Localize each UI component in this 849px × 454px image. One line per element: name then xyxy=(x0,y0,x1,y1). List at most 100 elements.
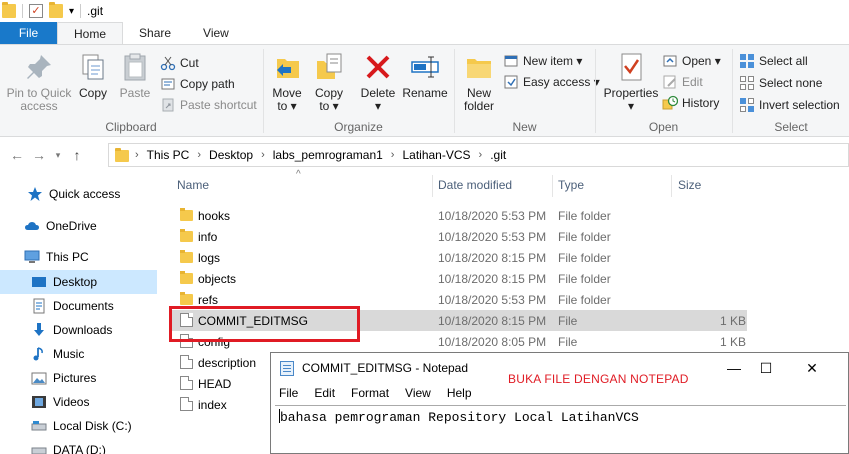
up-arrow-icon[interactable]: ↑ xyxy=(66,147,88,163)
nav-item-quick-access[interactable]: Quick access xyxy=(0,182,157,206)
file-date: 10/18/2020 8:05 PM xyxy=(438,335,547,349)
organize-group-label: Organize xyxy=(334,120,383,134)
history-icon xyxy=(662,95,679,111)
breadcrumb-desktop[interactable]: Desktop xyxy=(209,148,253,162)
breadcrumb[interactable]: › This PC › Desktop › labs_pemrograman1 … xyxy=(108,143,849,167)
open-button[interactable]: Open ▾ xyxy=(662,51,721,71)
move-to-button[interactable]: Move to ▾ xyxy=(270,51,304,113)
nav-item-documents[interactable]: Documents xyxy=(0,294,157,318)
tab-home[interactable]: Home xyxy=(57,22,124,44)
paste-shortcut-button[interactable]: Paste shortcut xyxy=(160,95,257,115)
ribbon: Pin to Quick access Copy Paste Cut Copy … xyxy=(0,44,849,137)
delete-button[interactable]: Delete ▾ xyxy=(360,51,396,113)
properties-button[interactable]: Properties ▾ xyxy=(602,51,660,113)
history-button[interactable]: History xyxy=(662,93,719,113)
table-row[interactable]: info 10/18/2020 5:53 PM File folder xyxy=(172,226,747,247)
nav-item-onedrive[interactable]: OneDrive xyxy=(0,214,157,238)
file-name: description xyxy=(198,356,257,370)
notepad-window: COMMIT_EDITMSG - Notepad — ☐ ✕ File Edit… xyxy=(270,352,849,454)
clipboard-group: Pin to Quick access Copy Paste Cut Copy … xyxy=(0,45,262,137)
table-row[interactable]: hooks 10/18/2020 5:53 PM File folder xyxy=(172,205,747,226)
column-header-size[interactable]: Size xyxy=(678,178,701,192)
copy-path-icon xyxy=(160,76,176,92)
table-row[interactable]: logs 10/18/2020 8:15 PM File folder xyxy=(172,247,747,268)
title-bar: ✓ ▾ .git xyxy=(0,0,849,22)
chevron-right-icon[interactable]: › xyxy=(479,149,483,161)
folder-icon xyxy=(180,250,193,263)
nav-item-videos[interactable]: Videos xyxy=(0,390,157,414)
file-type: File xyxy=(558,314,578,328)
column-header-date[interactable]: Date modified xyxy=(438,178,512,192)
chevron-right-icon[interactable]: › xyxy=(197,149,201,161)
select-all-button[interactable]: Select all xyxy=(739,51,808,71)
column-header-name[interactable]: Name xyxy=(177,178,209,192)
breadcrumb-latihan-vcs[interactable]: Latihan-VCS xyxy=(402,148,470,162)
select-none-button[interactable]: Select none xyxy=(739,73,822,93)
film-icon xyxy=(31,394,47,410)
properties-check-icon[interactable]: ✓ xyxy=(29,4,43,18)
notepad-title: COMMIT_EDITMSG - Notepad xyxy=(302,361,469,375)
chevron-right-icon[interactable]: › xyxy=(391,149,395,161)
notepad-content: bahasa pemrograman Repository Local Lati… xyxy=(280,410,639,425)
navigation-pane: Quick access OneDrive This PC Desktop Do… xyxy=(0,173,157,454)
back-arrow-icon[interactable]: ← xyxy=(6,147,28,163)
clipboard-group-label: Clipboard xyxy=(105,120,157,134)
new-folder-icon xyxy=(463,51,495,83)
menu-file[interactable]: File xyxy=(271,386,306,400)
chevron-right-icon[interactable]: › xyxy=(135,149,139,161)
invert-selection-button[interactable]: Invert selection xyxy=(739,95,840,115)
table-row[interactable]: objects 10/18/2020 8:15 PM File folder xyxy=(172,268,747,289)
nav-item-desktop[interactable]: Desktop xyxy=(0,270,157,294)
divider[interactable] xyxy=(432,175,433,197)
menu-format[interactable]: Format xyxy=(343,386,397,400)
file-date: 10/18/2020 8:15 PM xyxy=(438,314,547,328)
menu-view[interactable]: View xyxy=(397,386,439,400)
organize-group: Move to ▾ Copy to ▾ Delete ▾ Rename Orga… xyxy=(264,45,453,137)
file-type: File xyxy=(558,335,578,349)
notepad-text-area[interactable]: bahasa pemrograman Repository Local Lati… xyxy=(275,405,846,453)
new-folder-icon[interactable] xyxy=(49,2,63,18)
highlight-annotation-box xyxy=(169,306,360,342)
copy-path-button[interactable]: Copy path xyxy=(160,74,235,94)
pin-to-quick-access-button[interactable]: Pin to Quick access xyxy=(4,51,74,113)
nav-item-pictures[interactable]: Pictures xyxy=(0,366,157,390)
nav-item-downloads[interactable]: Downloads xyxy=(0,318,157,342)
paste-button[interactable]: Paste xyxy=(117,51,153,100)
customize-quick-access-icon[interactable]: ▾ xyxy=(69,6,74,17)
copy-button[interactable]: Copy xyxy=(75,51,111,100)
breadcrumb-labs-pemrograman1[interactable]: labs_pemrograman1 xyxy=(273,148,383,162)
close-button[interactable]: ✕ xyxy=(789,353,835,383)
menu-edit[interactable]: Edit xyxy=(306,386,343,400)
easy-access-button[interactable]: Easy access ▾ xyxy=(503,72,600,92)
new-item-button[interactable]: New item ▾ xyxy=(503,51,582,71)
breadcrumb-git[interactable]: .git xyxy=(490,148,506,162)
tab-file[interactable]: File xyxy=(0,22,57,44)
pictures-icon xyxy=(31,370,47,386)
properties-icon xyxy=(615,51,647,83)
edit-button[interactable]: Edit xyxy=(662,72,703,92)
cut-button[interactable]: Cut xyxy=(160,53,199,73)
star-icon xyxy=(27,186,43,202)
folder-icon[interactable] xyxy=(2,2,16,18)
recent-locations-chevron-icon[interactable]: ▾ xyxy=(50,150,66,161)
menu-help[interactable]: Help xyxy=(439,386,480,400)
tab-view[interactable]: View xyxy=(187,22,245,44)
nav-item-local-disk[interactable]: Local Disk (C:) xyxy=(0,414,157,438)
nav-item-this-pc[interactable]: This PC xyxy=(0,245,157,269)
maximize-button[interactable]: ☐ xyxy=(743,353,789,383)
nav-item-music[interactable]: Music xyxy=(0,342,157,366)
tab-share[interactable]: Share xyxy=(123,22,187,44)
new-folder-button[interactable]: New folder xyxy=(461,51,497,113)
divider[interactable] xyxy=(552,175,553,197)
chevron-right-icon[interactable]: › xyxy=(261,149,265,161)
forward-arrow-icon[interactable]: → xyxy=(28,147,50,163)
desktop-icon xyxy=(31,274,47,290)
invert-selection-icon xyxy=(739,97,755,113)
file-type: File folder xyxy=(558,272,611,286)
rename-button[interactable]: Rename xyxy=(402,51,448,100)
column-header-type[interactable]: Type xyxy=(558,178,584,192)
nav-item-data-disk[interactable]: DATA (D:) xyxy=(0,438,157,454)
divider[interactable] xyxy=(671,175,672,197)
copy-to-button[interactable]: Copy to ▾ xyxy=(312,51,346,113)
breadcrumb-this-pc[interactable]: This PC xyxy=(147,148,190,162)
